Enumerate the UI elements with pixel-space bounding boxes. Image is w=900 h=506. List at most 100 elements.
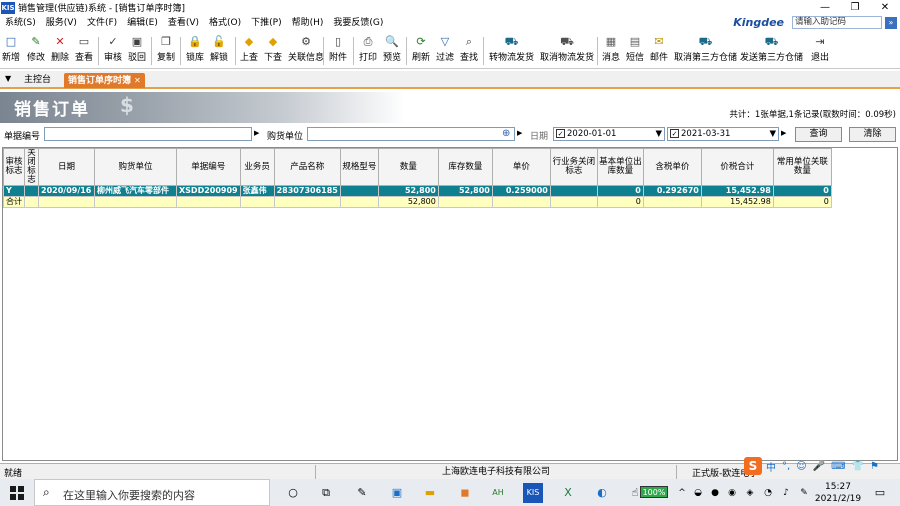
toolbar-logistics-ship-button[interactable]: ⛟ 转物流发货 <box>489 35 534 67</box>
tab-main-console[interactable]: 主控台 <box>20 73 55 87</box>
file-explorer-icon[interactable]: ▬ <box>420 483 440 503</box>
table-cell[interactable]: 0.259000 <box>491 185 551 197</box>
toolbar-new-button[interactable]: □ 新增 <box>2 35 20 67</box>
table-cell[interactable]: 15,452.98 <box>700 185 774 197</box>
toolbar-edit-button[interactable]: ✎ 修改 <box>27 35 45 67</box>
column-header[interactable]: 规格型号 <box>339 148 379 186</box>
table-cell[interactable] <box>549 185 598 197</box>
edge-icon[interactable]: ◐ <box>592 483 612 503</box>
column-header[interactable]: 价税合计 <box>700 148 774 186</box>
date-to-checkbox[interactable]: ✓ <box>670 129 679 138</box>
column-header[interactable]: 基本单位出库数量 <box>596 148 644 186</box>
ah-app-icon[interactable]: AH <box>488 483 508 503</box>
ime-tool-icon[interactable]: °, <box>782 461 790 472</box>
menu-pushdown[interactable]: 下推(P) <box>246 15 286 32</box>
cortana-icon[interactable]: ○ <box>283 483 303 503</box>
toolbar-view-button[interactable]: ▭ 查看 <box>75 35 93 67</box>
toolbar-related-info-button[interactable]: ⚙ 关联信息 <box>288 35 324 67</box>
toolbar-audit-button[interactable]: ✓ 审核 <box>104 35 122 67</box>
task-view-icon[interactable]: ⧉ <box>316 483 336 503</box>
toolbar-sms-button[interactable]: ▤ 短信 <box>626 35 644 67</box>
table-cell[interactable]: 0 <box>596 185 644 197</box>
minimize-button[interactable]: — <box>810 0 840 15</box>
tab-list-dropdown-icon[interactable]: ▼ <box>5 74 11 83</box>
search-go-icon[interactable]: » <box>885 16 897 29</box>
toolbar-delete-button[interactable]: ✕ 删除 <box>51 35 69 67</box>
toolbar-print-button[interactable]: ⎙ 打印 <box>359 35 377 67</box>
table-cell[interactable]: 52,800 <box>377 185 439 197</box>
table-cell[interactable] <box>24 185 39 197</box>
office-app-icon[interactable]: ◼ <box>455 483 475 503</box>
table-cell[interactable]: 2020/09/16 <box>38 185 95 197</box>
customer-lookup-icon[interactable]: ⊕ <box>502 128 510 139</box>
restore-button[interactable]: ❐ <box>840 0 870 15</box>
toolbar-exit-button[interactable]: ⇥ 退出 <box>811 35 829 67</box>
column-header[interactable]: 单价 <box>491 148 551 186</box>
column-header[interactable]: 数量 <box>377 148 439 186</box>
column-header[interactable]: 含税单价 <box>642 148 702 186</box>
sogou-ime-icon[interactable]: S <box>744 457 762 475</box>
toolbar-reject-button[interactable]: ▣ 驳回 <box>128 35 146 67</box>
menu-system[interactable]: 系统(S) <box>0 15 41 32</box>
ime-tool-icon[interactable]: ☺ <box>796 461 806 472</box>
date-from-field[interactable]: ✓ 2020-01-01 ▼ <box>553 127 665 141</box>
volume-icon[interactable]: ♪ <box>776 483 796 503</box>
table-cell[interactable]: Y <box>3 185 25 197</box>
column-header[interactable]: 关闭标志 <box>24 148 39 186</box>
mnemonic-code-input[interactable]: 请输入助记码 <box>792 16 882 29</box>
menu-help[interactable]: 帮助(H) <box>287 15 329 32</box>
column-header[interactable]: 日期 <box>38 148 95 186</box>
date-from-checkbox[interactable]: ✓ <box>556 129 565 138</box>
column-header[interactable]: 产品名称 <box>273 148 341 186</box>
table-cell[interactable]: 28307306185 <box>273 185 341 197</box>
toolbar-refresh-button[interactable]: ⟳ 刷新 <box>412 35 430 67</box>
ime-tool-icon[interactable]: 👕 <box>852 461 864 472</box>
ime-tool-icon[interactable]: 🎤 <box>813 461 825 472</box>
query-button[interactable]: 查询 <box>795 127 842 142</box>
toolbar-attachment-button[interactable]: ▯ 附件 <box>329 35 347 67</box>
toolbar-lock-button[interactable]: 🔒 锁库 <box>186 35 204 67</box>
close-button[interactable]: ✕ <box>870 0 900 15</box>
table-cell[interactable]: XSDD200909 <box>176 185 241 197</box>
toolbar-copy-button[interactable]: ❐ 复制 <box>157 35 175 67</box>
column-header[interactable]: 业务员 <box>239 148 275 186</box>
tray-app3-icon[interactable]: ◈ <box>740 483 760 503</box>
toolbar-trace-up-button[interactable]: ◆ 上查 <box>240 35 258 67</box>
battery-indicator[interactable]: 100% <box>640 486 668 498</box>
customer-arrow-icon[interactable]: ▶ <box>517 129 522 137</box>
menu-view[interactable]: 查看(V) <box>163 15 204 32</box>
tab-sales-order-list[interactable]: 销售订单序时簿 ✕ <box>64 73 145 88</box>
wifi-icon[interactable]: ◔ <box>758 483 778 503</box>
ime-tool-icon[interactable]: 中 <box>766 459 776 474</box>
notification-icon[interactable]: ▭ <box>870 483 890 503</box>
table-cell[interactable]: 柳州威飞汽车零部件 <box>94 185 177 197</box>
menu-file[interactable]: 文件(F) <box>82 15 122 32</box>
column-header[interactable]: 单据编号 <box>176 148 241 186</box>
kis-taskbar-icon[interactable]: KIS <box>523 483 543 503</box>
date-to-dropdown-icon[interactable]: ▼ <box>769 128 776 140</box>
taskbar-search-box[interactable]: ⌕ 在这里输入你要搜索的内容 <box>34 479 270 506</box>
toolbar-trace-down-button[interactable]: ◆ 下查 <box>264 35 282 67</box>
toolbar-preview-button[interactable]: 🔍 预览 <box>383 35 401 67</box>
taskbar-clock[interactable]: 15:27 2021/2/19 <box>810 481 866 505</box>
menu-format[interactable]: 格式(O) <box>204 15 246 32</box>
toolbar-message-button[interactable]: ▦ 消息 <box>602 35 620 67</box>
bill-no-arrow-icon[interactable]: ▶ <box>254 129 259 137</box>
tab-close-icon[interactable]: ✕ <box>134 73 141 88</box>
toolbar-cancel-logistics-button[interactable]: ⛟ 取消物流发货 <box>540 35 594 67</box>
menu-service[interactable]: 服务(V) <box>41 15 82 32</box>
tray-app2-icon[interactable]: ◉ <box>722 483 742 503</box>
menu-feedback[interactable]: 我要反馈(G) <box>328 15 388 32</box>
windows-start-icon[interactable] <box>10 486 24 500</box>
column-header[interactable]: 常用单位关联数量 <box>772 148 832 186</box>
date-from-dropdown-icon[interactable]: ▼ <box>655 128 662 140</box>
excel-icon[interactable]: X <box>558 483 578 503</box>
column-header[interactable]: 审核标志 <box>3 148 25 186</box>
toolbar-find-button[interactable]: ⌕ 查找 <box>460 35 478 67</box>
date-to-field[interactable]: ✓ 2021-03-31 ▼ <box>667 127 779 141</box>
ime-tool-icon[interactable]: ⚑ <box>870 461 879 472</box>
date-arrow-icon[interactable]: ▶ <box>781 129 786 137</box>
column-header[interactable]: 库存数量 <box>437 148 493 186</box>
clear-button[interactable]: 清除 <box>849 127 896 142</box>
table-cell[interactable]: 0 <box>772 185 832 197</box>
